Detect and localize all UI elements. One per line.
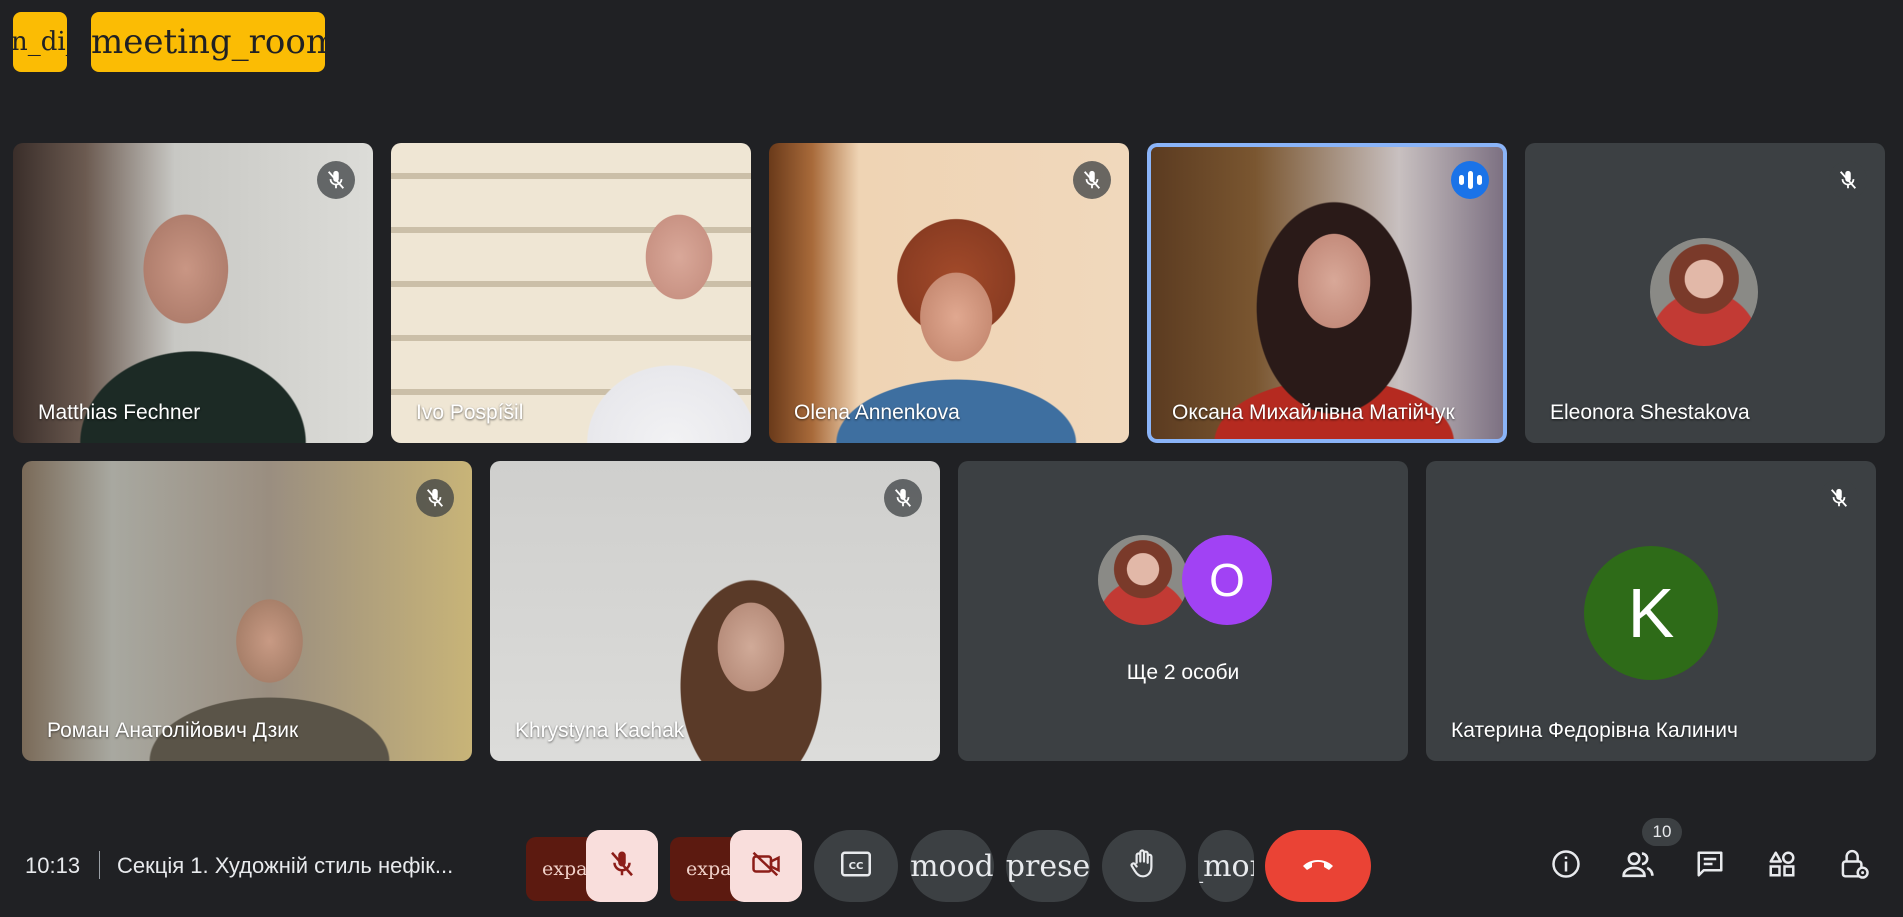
audio-level-icon [1451,161,1489,199]
activities-button[interactable] [1758,842,1806,890]
captions-icon: CC [841,851,871,881]
people-icon [1621,849,1655,883]
participant-name: Оксана Михайлівна Матійчук [1172,401,1455,424]
cam-off-icon [750,849,782,883]
activities-icon [1767,849,1797,883]
avatar-letter: O [1182,535,1272,625]
participant-tile[interactable]: Ivo Pospíšil [391,143,751,443]
chat-button[interactable] [1686,842,1734,890]
more-options-button[interactable]: _mor [1198,830,1254,902]
mic-off-icon [607,849,637,883]
avatar [1098,535,1188,625]
present-icon-label: prese [1006,848,1090,884]
broken-icon-chip[interactable]: n_di_bled [13,12,67,72]
info-icon [1551,849,1581,883]
others-count-label: Ще 2 особи [1126,661,1240,684]
participant-tile[interactable]: Matthias Fechner [13,143,373,443]
leave-call-button[interactable] [1265,830,1371,902]
mic-off-icon [1820,479,1858,517]
divider [99,851,100,879]
call-end-icon [1300,854,1336,878]
host-controls-icon [1839,848,1869,884]
participant-name: Роман Анатолійович Дзик [47,719,299,742]
mic-off-icon [317,161,355,199]
mic-off-icon [884,479,922,517]
people-button[interactable] [1614,842,1662,890]
mic-off-icon [1073,161,1111,199]
mic-off-icon [1829,161,1867,199]
participant-tile[interactable]: Olena Annenkova [769,143,1129,443]
participant-tile[interactable]: Eleonora Shestakova [1525,143,1885,443]
captions-button[interactable]: CC [814,830,898,902]
mood-icon-label: mood [910,848,994,884]
participant-tile[interactable]: Khrystyna Kachak [490,461,940,761]
mic-off-icon [416,479,454,517]
meeting-room-chip[interactable]: meeting_room [91,12,325,72]
meeting-details-button[interactable] [1542,842,1590,890]
others-group-tile[interactable]: O Ще 2 особи [958,461,1408,761]
participant-tile[interactable]: Роман Анатолійович Дзик [22,461,472,761]
chat-icon [1695,849,1725,883]
camera-toggle-button[interactable] [730,830,802,902]
participant-name: Khrystyna Kachak [515,719,685,742]
participant-tile-active-speaker[interactable]: Оксана Михайлівна Матійчук [1147,143,1507,443]
svg-text:CC: CC [849,861,864,872]
avatar [1650,238,1758,346]
meeting-title: Секція 1. Художній стиль нефік... [117,853,454,878]
hand-icon [1129,848,1159,884]
participant-name: Eleonora Shestakova [1550,401,1750,424]
participant-name: Matthias Fechner [38,401,201,424]
participant-name: Катерина Федорівна Калинич [1451,719,1738,742]
avatar-letter: K [1584,546,1718,680]
participant-name: Olena Annenkova [794,401,960,424]
mic-toggle-button[interactable] [586,830,658,902]
present-button[interactable]: prese [1006,830,1090,902]
participant-name: Ivo Pospíšil [416,401,524,424]
more-icon-label: _mor [1198,848,1254,884]
clock: 10:13 [25,853,81,878]
reactions-button[interactable]: mood [910,830,994,902]
raise-hand-button[interactable] [1102,830,1186,902]
participant-tile[interactable]: K Катерина Федорівна Калинич [1426,461,1876,761]
host-controls-button[interactable] [1830,842,1878,890]
